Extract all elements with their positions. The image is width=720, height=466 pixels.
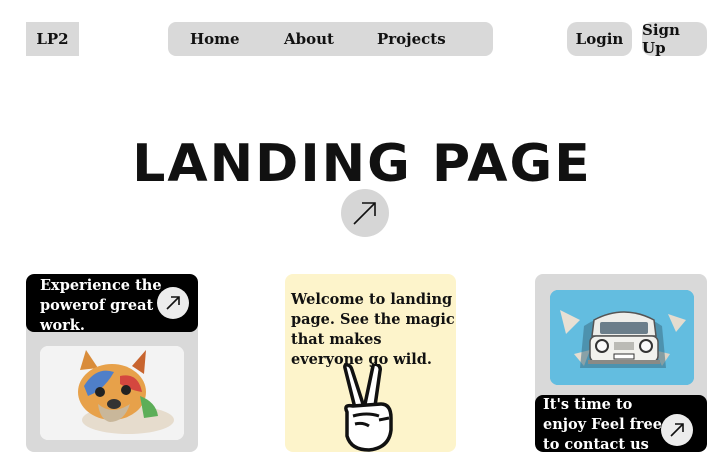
card-middle-text: Welcome to landing page. See the magic t…: [291, 291, 455, 368]
feature-card-middle: Welcome to landing page. See the magic t…: [285, 274, 456, 452]
nav-about-link[interactable]: About: [284, 30, 334, 48]
nav-projects-link[interactable]: Projects: [377, 30, 446, 48]
card-left-arrow-button[interactable]: [157, 287, 189, 319]
nav-home-link[interactable]: Home: [190, 30, 240, 48]
card-right-arrow-button[interactable]: [661, 414, 693, 446]
hero-arrow-button[interactable]: [341, 189, 389, 237]
feature-card-left: Experience the powerof great work.: [26, 274, 198, 452]
card-left-banner: Experience the powerof great work.: [26, 274, 198, 334]
signup-button[interactable]: Sign Up: [642, 21, 707, 57]
arrow-up-right-icon: [166, 296, 180, 310]
logo[interactable]: LP2: [26, 22, 79, 56]
main-nav: Home About Projects: [168, 22, 493, 56]
hero-title: LANDING PAGE: [132, 134, 592, 194]
feature-card-right: It's time to enjoy Feel free to contact …: [535, 274, 707, 452]
arrow-up-right-icon: [353, 202, 376, 225]
peace-hand-icon: [343, 364, 393, 452]
arrow-up-right-icon: [670, 423, 684, 437]
card-left-text: Experience the powerof great work.: [40, 277, 162, 334]
card-right-banner: It's time to enjoy Feel free to contact …: [535, 395, 707, 452]
card-right-text: It's time to enjoy Feel free to contact …: [543, 396, 662, 452]
car-image: [550, 290, 694, 385]
dog-image: [40, 346, 184, 440]
login-button[interactable]: Login: [567, 22, 632, 56]
